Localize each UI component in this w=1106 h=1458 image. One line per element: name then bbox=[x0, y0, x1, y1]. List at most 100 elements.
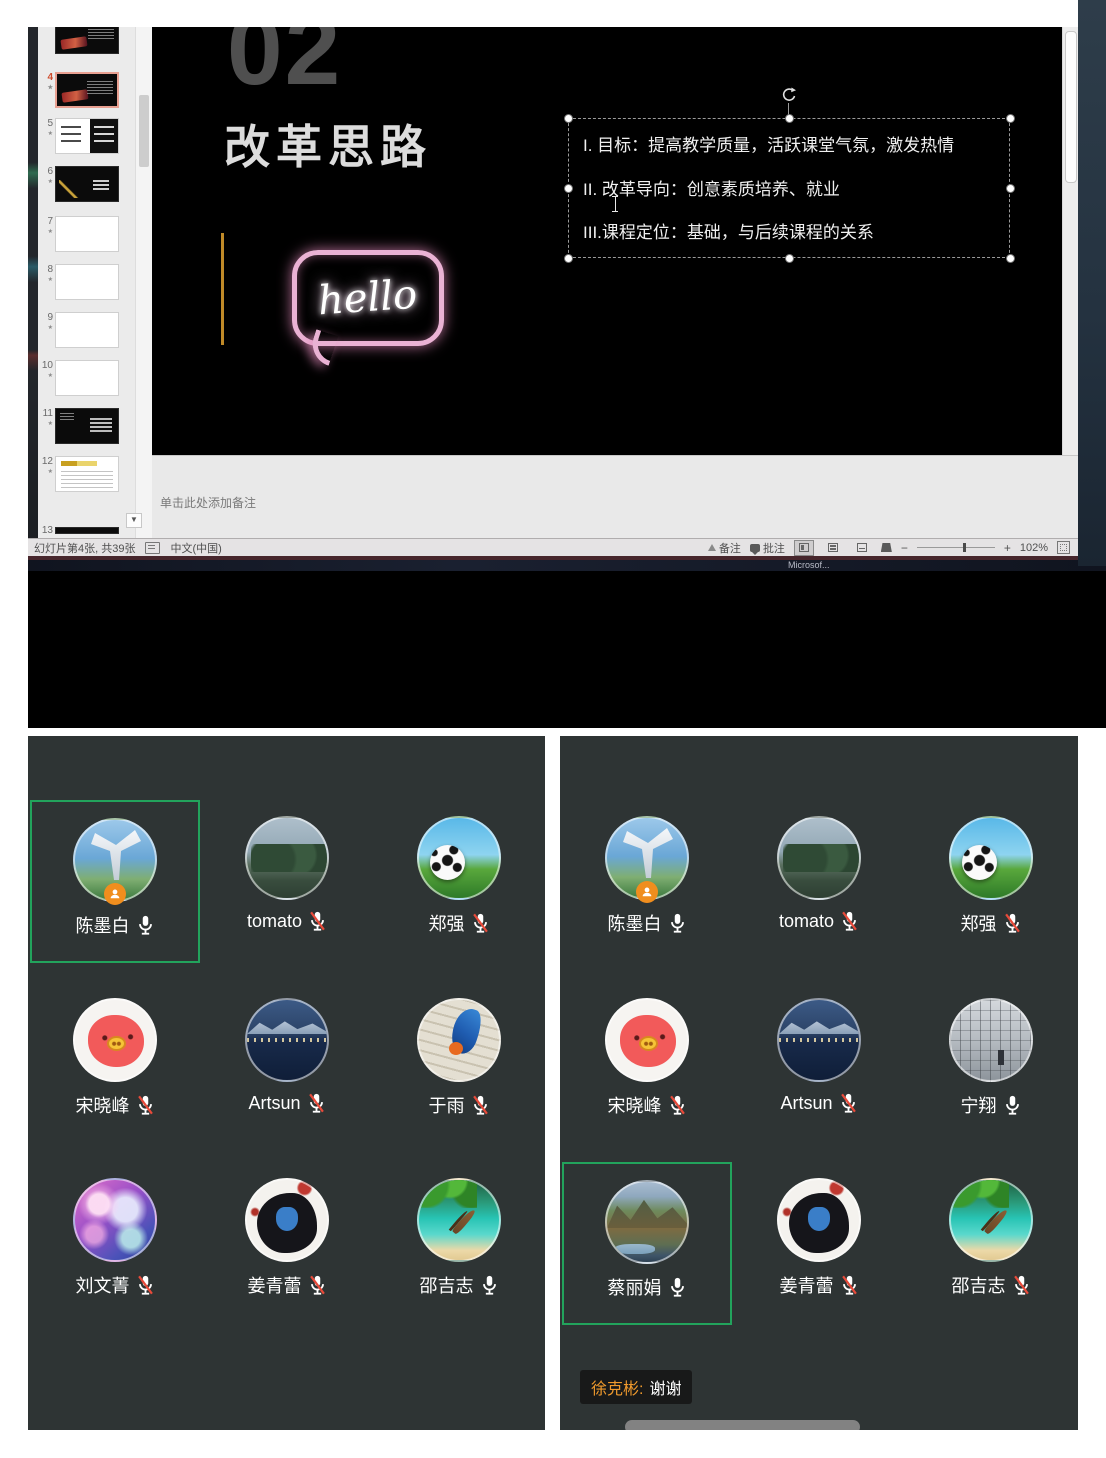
zoom-slider[interactable] bbox=[917, 547, 995, 548]
normal-view-button[interactable] bbox=[794, 540, 814, 556]
selection-handle-n[interactable] bbox=[785, 114, 794, 123]
notes-placeholder-text[interactable]: 单击此处添加备注 bbox=[160, 494, 256, 511]
participant-avatar bbox=[245, 816, 329, 900]
participant-tile[interactable]: 于雨 bbox=[374, 982, 544, 1145]
neon-hello-image[interactable]: hello bbox=[292, 250, 444, 346]
participant-tile[interactable]: Artsun bbox=[202, 982, 372, 1145]
slide-thumbnail[interactable] bbox=[55, 264, 119, 300]
participant-name-row: Artsun bbox=[248, 1092, 325, 1114]
slide-thumbnail-row[interactable]: 6 ★ bbox=[38, 166, 135, 202]
thumbnail-scrollbar[interactable]: ▼ bbox=[135, 27, 152, 538]
slide-number-column: ★ bbox=[38, 27, 55, 54]
slide-thumbnail[interactable] bbox=[55, 118, 119, 154]
slide-thumbnail-row[interactable]: 12 ★ bbox=[38, 456, 135, 492]
slide-area-scrollbar[interactable] bbox=[1062, 27, 1078, 455]
slide-thumbnail[interactable] bbox=[55, 27, 119, 54]
participant-tile[interactable]: 陈墨白 bbox=[562, 800, 732, 963]
participant-name-row: 郑强 bbox=[961, 910, 1022, 936]
microphone-icon bbox=[840, 910, 859, 932]
thumbnail-scrollbar-thumb[interactable] bbox=[139, 95, 149, 167]
bullet-line-3: III.课程定位：基础，与后续课程的关系 bbox=[583, 218, 995, 243]
microphone-icon bbox=[136, 1274, 155, 1296]
participant-tile[interactable]: 宋晓峰 bbox=[562, 982, 732, 1145]
slide-title[interactable]: 改革思路 bbox=[224, 111, 432, 177]
participant-tile[interactable]: Artsun bbox=[734, 982, 904, 1145]
zoom-slider-thumb[interactable] bbox=[963, 543, 966, 552]
microphone-icon bbox=[136, 1094, 155, 1116]
rotate-handle-icon[interactable] bbox=[781, 87, 797, 103]
slide-thumbnail-row[interactable]: 7 ★ bbox=[38, 216, 135, 252]
comments-toggle-button[interactable]: 批注 bbox=[750, 540, 785, 556]
participant-tile[interactable]: 刘文菁 bbox=[30, 1162, 200, 1325]
avatar-wrap bbox=[73, 802, 157, 902]
participant-avatar bbox=[73, 1178, 157, 1262]
presenter-badge-icon bbox=[104, 883, 126, 905]
microphone-icon bbox=[1003, 912, 1022, 934]
slide-thumbnail-row[interactable]: 8 ★ bbox=[38, 264, 135, 300]
language-indicator[interactable]: 中文(中国) bbox=[170, 540, 221, 556]
slide-thumbnail-row[interactable]: 11 ★ bbox=[38, 408, 135, 444]
participant-tile[interactable]: 姜青蕾 bbox=[734, 1162, 904, 1325]
slide-editing-area[interactable]: 02 改革思路 hello I. 目标：提高教学质量，活跃课堂气氛，激发热情 I… bbox=[152, 27, 1062, 455]
zoom-level-text[interactable]: 102% bbox=[1020, 542, 1048, 554]
zoom-in-button[interactable]: + bbox=[1004, 541, 1011, 555]
slideshow-button[interactable] bbox=[881, 543, 892, 552]
animation-star-icon: ★ bbox=[38, 130, 53, 138]
slide-number-column: 7 ★ bbox=[38, 216, 55, 252]
avatar-wrap bbox=[949, 800, 1033, 900]
slide-thumbnail[interactable] bbox=[55, 408, 119, 444]
participant-tile[interactable]: 郑强 bbox=[374, 800, 544, 963]
selection-handle-s[interactable] bbox=[785, 254, 794, 263]
slide-thumbnail[interactable] bbox=[55, 456, 119, 492]
speaker-notes-panel[interactable]: 单击此处添加备注 bbox=[152, 455, 1078, 538]
slide-thumbnail[interactable] bbox=[55, 166, 119, 202]
participant-tile[interactable]: tomato bbox=[202, 800, 372, 963]
participant-avatar bbox=[73, 998, 157, 1082]
avatar-wrap bbox=[417, 982, 501, 1082]
slide-thumbnail-row[interactable]: 9 ★ bbox=[38, 312, 135, 348]
participant-tile[interactable]: 宋晓峰 bbox=[30, 982, 200, 1145]
participant-tile[interactable]: 邵吉志 bbox=[906, 1162, 1076, 1325]
slide-thumbnail-row[interactable]: 13 bbox=[38, 525, 135, 537]
participant-tile[interactable]: tomato bbox=[734, 800, 904, 963]
slide-thumbnail-row[interactable]: 4 ★ bbox=[38, 72, 135, 108]
participant-avatar bbox=[245, 1178, 329, 1262]
selection-handle-sw[interactable] bbox=[564, 254, 573, 263]
participant-name-row: tomato bbox=[779, 910, 859, 932]
slide-thumbnail[interactable] bbox=[55, 216, 119, 252]
selection-handle-w[interactable] bbox=[564, 184, 573, 193]
selection-handle-ne[interactable] bbox=[1006, 114, 1015, 123]
participant-tile[interactable]: 陈墨白 bbox=[30, 800, 200, 963]
notes-toggle-label: 备注 bbox=[719, 540, 741, 556]
fit-slide-to-window-button[interactable] bbox=[1057, 541, 1070, 554]
selection-handle-se[interactable] bbox=[1006, 254, 1015, 263]
slide-text-box[interactable]: I. 目标：提高教学质量，活跃课堂气氛，激发热情 II. 改革导向：创意素质培养… bbox=[568, 118, 1010, 258]
slide-sorter-view-button[interactable] bbox=[823, 540, 843, 556]
slide-thumbnail-row[interactable]: ★ bbox=[38, 27, 135, 54]
slide-area-scrollbar-thumb[interactable] bbox=[1065, 31, 1077, 183]
keyboard-ime-icon[interactable] bbox=[145, 542, 160, 554]
participant-tile[interactable]: 姜青蕾 bbox=[202, 1162, 372, 1325]
participant-tile[interactable]: 蔡丽娟 bbox=[562, 1162, 732, 1325]
slide-thumbnail[interactable] bbox=[55, 527, 119, 534]
slide-thumbnail-panel[interactable]: ★ 4 ★ 5 ★ 6 ★ bbox=[38, 27, 135, 538]
avatar-wrap bbox=[417, 1162, 501, 1262]
selection-handle-nw[interactable] bbox=[564, 114, 573, 123]
slide-thumbnail-row[interactable]: 10 ★ bbox=[38, 360, 135, 396]
participant-tile[interactable]: 邵吉志 bbox=[374, 1162, 544, 1325]
animation-star-icon: ★ bbox=[38, 276, 53, 284]
slide-thumbnail[interactable] bbox=[55, 360, 119, 396]
participant-avatar bbox=[949, 1178, 1033, 1262]
slide-thumbnail-row[interactable]: 5 ★ bbox=[38, 118, 135, 154]
selection-handle-e[interactable] bbox=[1006, 184, 1015, 193]
reading-view-button[interactable] bbox=[852, 540, 872, 556]
participant-avatar bbox=[777, 1178, 861, 1262]
slide-thumbnail[interactable] bbox=[55, 72, 119, 108]
thumbnail-scroll-down-button[interactable]: ▼ bbox=[126, 513, 142, 528]
participant-tile[interactable]: 宁翔 bbox=[906, 982, 1076, 1145]
zoom-out-button[interactable]: − bbox=[901, 541, 908, 555]
avatar-wrap bbox=[605, 982, 689, 1082]
slide-thumbnail[interactable] bbox=[55, 312, 119, 348]
notes-toggle-button[interactable]: 备注 bbox=[708, 540, 741, 556]
participant-tile[interactable]: 郑强 bbox=[906, 800, 1076, 963]
